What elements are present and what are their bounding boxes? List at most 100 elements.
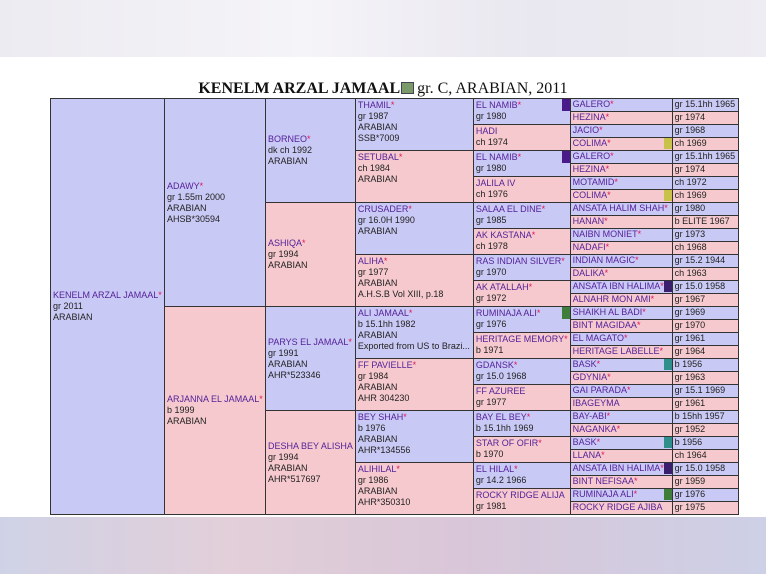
- gen5-name-cell: MOTAMID*: [569, 176, 673, 190]
- gen2-name-link[interactable]: DESHA BEY ALISHA: [268, 441, 353, 451]
- gen5-name-link[interactable]: GALERO: [573, 100, 611, 111]
- gen5-name-link[interactable]: ANSATA IBN HALIMA: [573, 282, 661, 293]
- gen3-name-link[interactable]: FF PAVIELLE: [358, 360, 413, 370]
- gen4-cell: ROCKY RIDGE ALIJA gr 1981: [472, 488, 571, 515]
- inbreeding-marker: [663, 437, 672, 448]
- gen4-name-link[interactable]: EL NAMIB: [476, 152, 518, 162]
- gen4-name-link[interactable]: HERITAGE MEMORY: [476, 334, 564, 344]
- gen5-name-link[interactable]: BASK: [573, 438, 597, 449]
- gen5-name-cell: LLANA*: [569, 449, 673, 463]
- horse-info-line: ARABIAN: [53, 312, 93, 322]
- gen5-name-link[interactable]: JACIO: [573, 126, 600, 137]
- image-icon[interactable]: [401, 82, 415, 95]
- gen5-name-link[interactable]: LLANA: [573, 451, 602, 462]
- gen5-name-link[interactable]: RUMINAJA ALI: [573, 490, 634, 501]
- gen3-name-link[interactable]: ALIHILAL: [358, 464, 397, 474]
- gen5-name-link[interactable]: EL MAGATO: [573, 334, 624, 345]
- gen5-name-cell: SHAIKH AL BADI*: [569, 306, 673, 320]
- gen4-name-link[interactable]: EL NAMIB: [476, 100, 518, 110]
- gen3-name-link[interactable]: THAMIL: [358, 100, 391, 110]
- gen5-name-link[interactable]: ROCKY RIDGE AJIBA: [573, 503, 663, 514]
- horse-info-line: ARABIAN: [268, 358, 308, 369]
- gen4-name-link[interactable]: JALILA IV: [476, 178, 516, 188]
- star-marker: *: [536, 308, 541, 318]
- horse-info-line: ARABIAN: [357, 278, 398, 288]
- gen5-info-cell: gr 15.1 1969: [671, 384, 739, 398]
- gen5-name-cell: DALIKA*: [569, 267, 673, 281]
- gen4-name-link[interactable]: FF AZUREE: [476, 386, 526, 396]
- gen4-cell: JALILA IV ch 1976: [472, 176, 571, 203]
- gen5-name-link[interactable]: SHAIKH AL BADI: [573, 308, 643, 319]
- star-marker: *: [605, 164, 610, 175]
- gen4-name-link[interactable]: HADI: [476, 126, 498, 136]
- gen5-name-link[interactable]: DALIKA: [573, 269, 605, 280]
- gen5-name-link[interactable]: GAI PARADA: [573, 386, 627, 397]
- gen5-name-link[interactable]: HEZINA: [573, 113, 606, 124]
- subject-name-link[interactable]: KENELM ARZAL JAMAAL: [53, 290, 158, 300]
- gen4-name-link[interactable]: BAY EL BEY: [476, 412, 527, 422]
- star-marker: *: [513, 360, 518, 370]
- gen5-name-link[interactable]: MOTAMID: [573, 178, 615, 189]
- gen5-name-link[interactable]: IBAGEYMA: [573, 399, 620, 410]
- inbreeding-marker: [663, 359, 672, 370]
- pedigree-title: KENELM ARZAL JAMAAL gr. C, ARABIAN, 2011: [0, 80, 766, 98]
- horse-info-line: b 15.1hh 1982: [357, 319, 416, 329]
- gen4-name-link[interactable]: AK ATALLAH: [476, 282, 529, 292]
- gen5-name-link[interactable]: COLIMA: [573, 139, 608, 150]
- gen5-info-cell: ch 1969: [671, 137, 739, 151]
- gen2-cell: PARYS EL JAMAAL* gr 1991 ARABIAN AHR*523346: [265, 306, 356, 411]
- horse-info-line: b 1970: [475, 449, 504, 459]
- gen5-name-link[interactable]: HEZINA: [573, 165, 606, 176]
- gen5-info-cell: ch 1964: [671, 449, 739, 463]
- gen2-name-link[interactable]: PARYS EL JAMAAL: [268, 337, 348, 347]
- gen1-sire-name-link[interactable]: ADAWY: [167, 181, 200, 191]
- gen4-name-link[interactable]: AK KASTANA: [476, 230, 532, 240]
- gen3-name-link[interactable]: CRUSADER: [358, 204, 409, 214]
- gen5-name-link[interactable]: ALNAHR MON AMI: [573, 295, 651, 306]
- gen4-name-link[interactable]: SALAA EL DINE: [476, 204, 542, 214]
- gen5-name-link[interactable]: NADAFI: [573, 243, 606, 254]
- star-marker: *: [396, 464, 400, 474]
- gen3-name-link[interactable]: ALIHA: [358, 256, 384, 266]
- gen2-name-link[interactable]: BORNEO: [268, 134, 307, 144]
- gen1-dam-name-link[interactable]: ARJANNA EL JAMAAL: [167, 394, 259, 404]
- gen5-name-cell: NAIBN MONIET*: [569, 228, 673, 242]
- gen4-name-link[interactable]: RUMINAJA ALI: [476, 308, 537, 318]
- star-marker: *: [517, 152, 522, 162]
- gen5-name-link[interactable]: NAIBN MONIET: [573, 230, 638, 241]
- gen5-name-link[interactable]: BINT NEFISAA: [573, 477, 634, 488]
- gen3-cell: ALIHILAL* gr 1986 ARABIAN AHR*350310: [354, 462, 474, 515]
- gen5-name-link[interactable]: ANSATA IBN HALIMA: [573, 464, 661, 475]
- gen3-name-link[interactable]: ALI JAMAAL: [358, 308, 409, 318]
- horse-info-line: gr 1970: [475, 267, 507, 277]
- gen4-name-link[interactable]: EL HILAL: [476, 464, 514, 474]
- gen5-name-cell: RUMINAJA ALI*: [569, 488, 673, 502]
- horse-info-line: gr 1984: [357, 371, 389, 381]
- gen5-name-cell: HEZINA*: [569, 111, 673, 125]
- gen3-name-link[interactable]: BEY SHAH: [358, 412, 403, 422]
- gen5-name-cell: GAI PARADA*: [569, 384, 673, 398]
- gen5-name-link[interactable]: HANAN: [573, 217, 605, 228]
- inbreeding-marker: [663, 463, 672, 474]
- gen4-name-link[interactable]: STAR OF OFIR: [476, 438, 538, 448]
- gen5-name-link[interactable]: HERITAGE LABELLE: [573, 347, 660, 358]
- gen5-name-link[interactable]: BASK: [573, 360, 597, 371]
- gen3-name-link[interactable]: SETUBAL: [358, 152, 399, 162]
- gen5-name-cell: BINT MAGIDAA*: [569, 319, 673, 333]
- gen2-name-link[interactable]: ASHIQA: [268, 238, 302, 248]
- horse-info-line: ARABIAN: [357, 330, 398, 340]
- gen4-name-link[interactable]: GDANSK: [476, 360, 514, 370]
- gen4-name-link[interactable]: RAS INDIAN SILVER: [476, 256, 561, 266]
- gen5-name-link[interactable]: GDYNIA: [573, 373, 608, 384]
- gen5-name-link[interactable]: ANSATA HALIM SHAH: [573, 204, 665, 215]
- gen5-name-link[interactable]: BAY-ABI: [573, 412, 607, 423]
- gen5-name-link[interactable]: INDIAN MAGIC: [573, 256, 636, 267]
- gen5-name-link[interactable]: BINT MAGIDAA: [573, 321, 637, 332]
- gen5-name-link[interactable]: GALERO: [573, 152, 611, 163]
- gen4-name-link[interactable]: ROCKY RIDGE ALIJA: [476, 490, 565, 500]
- star-marker: *: [605, 242, 610, 253]
- gen5-name-link[interactable]: COLIMA: [573, 191, 608, 202]
- gen5-name-cell: BASK*: [569, 358, 673, 372]
- gen5-name-link[interactable]: NAGANKA: [573, 425, 617, 436]
- gen5-info-cell: gr 15.1hh 1965: [671, 150, 739, 164]
